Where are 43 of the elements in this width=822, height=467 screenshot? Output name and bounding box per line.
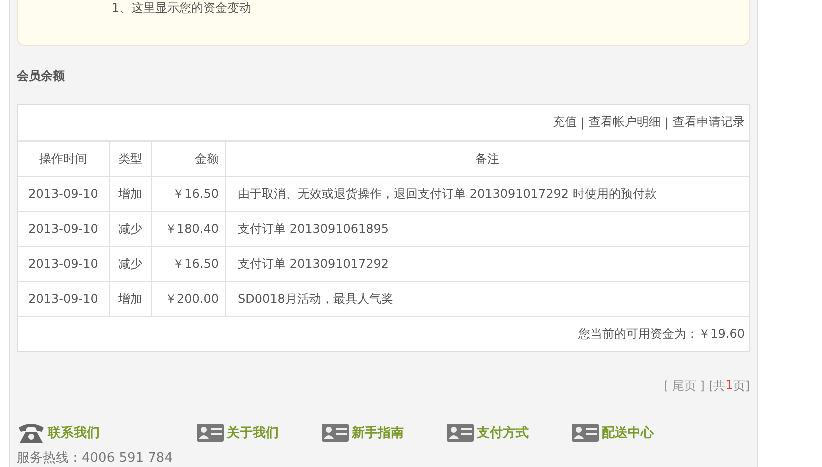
table-cell: ￥200.00	[152, 282, 226, 316]
table-cell: ￥180.40	[152, 212, 226, 246]
profile-card-icon	[196, 421, 225, 445]
last-page-link[interactable]: [ 尾页 ]	[664, 378, 705, 395]
table-cell: 支付订单 2013091061895	[226, 212, 749, 246]
notice-text: 1、这里显示您的资金变动	[112, 0, 253, 15]
link-separator: |	[664, 116, 669, 130]
table-cell: ￥16.50	[152, 176, 226, 212]
link-separator: |	[580, 116, 585, 130]
page-total-label: 页]	[733, 378, 750, 395]
table-cell: 减少	[110, 212, 152, 246]
account-link[interactable]: 查看帐户明细	[588, 114, 661, 131]
table-cell: 2013-09-10	[18, 176, 110, 212]
available-balance: 您当前的可用资金为：￥19.60	[578, 326, 745, 342]
footer-link[interactable]: 支付方式	[477, 424, 529, 442]
table-cell: 减少	[110, 246, 152, 282]
table-cell: 由于取消、无效或退货操作，退回支付订单 2013091017292 时使用的预付款	[226, 176, 749, 212]
column-header: 备注	[226, 142, 749, 176]
table-cell: 增加	[110, 176, 152, 212]
column-header: 金额	[152, 142, 226, 176]
column-header: 操作时间	[18, 142, 110, 176]
account-link[interactable]: 查看申请记录	[673, 114, 745, 131]
account-link[interactable]: 充值	[552, 114, 577, 131]
table-cell: 2013-09-10	[18, 246, 110, 282]
page-count: 1	[726, 378, 734, 394]
table-cell: ￥16.50	[152, 246, 226, 282]
table-cell: 2013-09-10	[18, 282, 110, 316]
table-cell: 支付订单 2013091017292	[226, 246, 749, 282]
phone-icon	[17, 421, 46, 445]
profile-card-icon	[321, 421, 350, 445]
profile-card-icon	[446, 421, 475, 445]
profile-card-icon	[571, 421, 600, 445]
column-header: 类型	[110, 142, 152, 176]
page-total-label: [共	[708, 378, 726, 395]
table-cell: SD0018月活动，最具人气奖	[226, 282, 749, 316]
table-cell: 2013-09-10	[18, 212, 110, 246]
footer-link[interactable]: 联系我们	[48, 424, 100, 442]
section-title: 会员余额	[17, 68, 66, 85]
hotline-text: 服务热线：4006 591 784	[17, 450, 174, 467]
footer-link[interactable]: 新手指南	[352, 424, 404, 442]
footer-link[interactable]: 关于我们	[227, 424, 279, 442]
footer-link[interactable]: 配送中心	[602, 424, 654, 442]
table-cell: 增加	[110, 282, 152, 316]
